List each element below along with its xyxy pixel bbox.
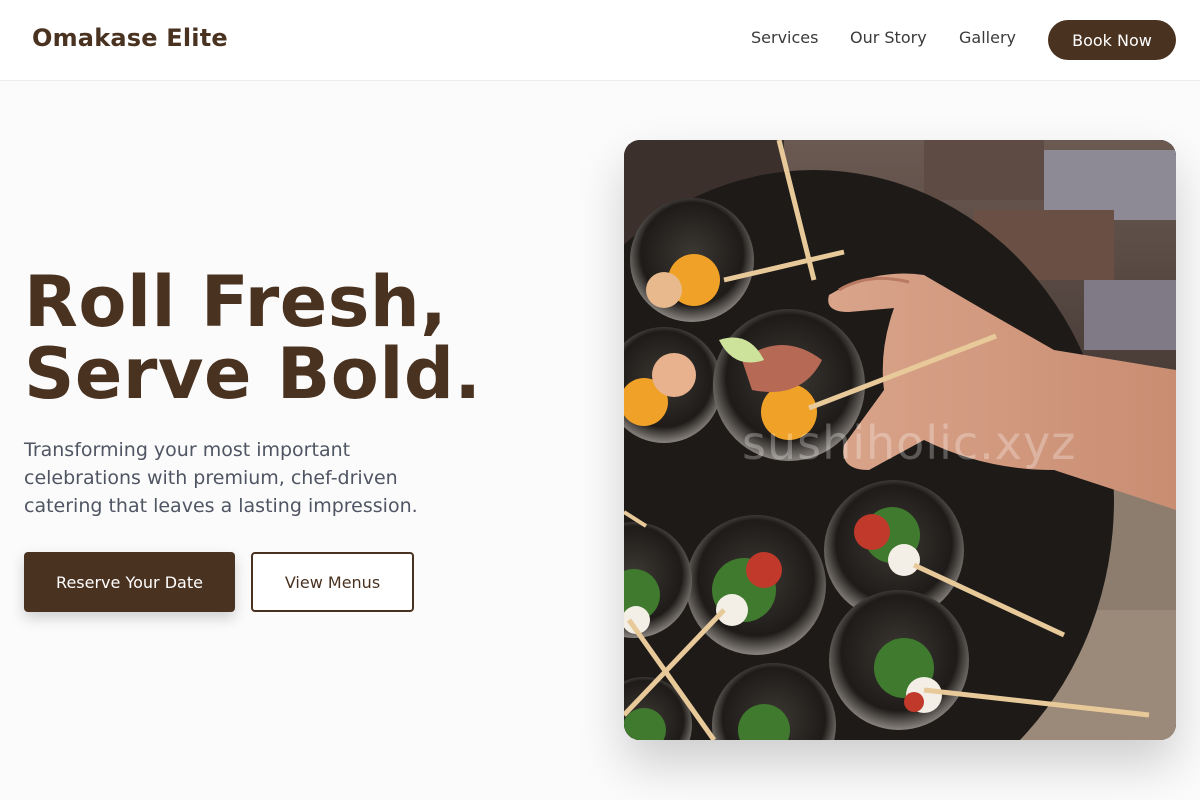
hero-title-line-1: Roll Fresh, xyxy=(24,261,448,343)
hero-image: sushiholic.xyz xyxy=(624,140,1176,740)
image-watermark: sushiholic.xyz xyxy=(742,416,1077,470)
hero-subtitle: Transforming your most important celebra… xyxy=(24,439,418,517)
hero-title-line-2: Serve Bold. xyxy=(24,333,482,415)
brand-logo[interactable]: Omakase Elite xyxy=(32,24,228,52)
nav-link-gallery[interactable]: Gallery xyxy=(959,28,1016,47)
top-navbar: Omakase Elite Services Our Story Gallery… xyxy=(0,0,1200,81)
reserve-date-button[interactable]: Reserve Your Date xyxy=(24,552,235,612)
view-menus-button[interactable]: View Menus xyxy=(251,552,414,612)
nav-link-services[interactable]: Services xyxy=(751,28,818,47)
nav-link-our-story[interactable]: Our Story xyxy=(850,28,927,47)
hero-title: Roll Fresh, Serve Bold. xyxy=(24,266,482,410)
book-now-button[interactable]: Book Now xyxy=(1048,20,1176,60)
